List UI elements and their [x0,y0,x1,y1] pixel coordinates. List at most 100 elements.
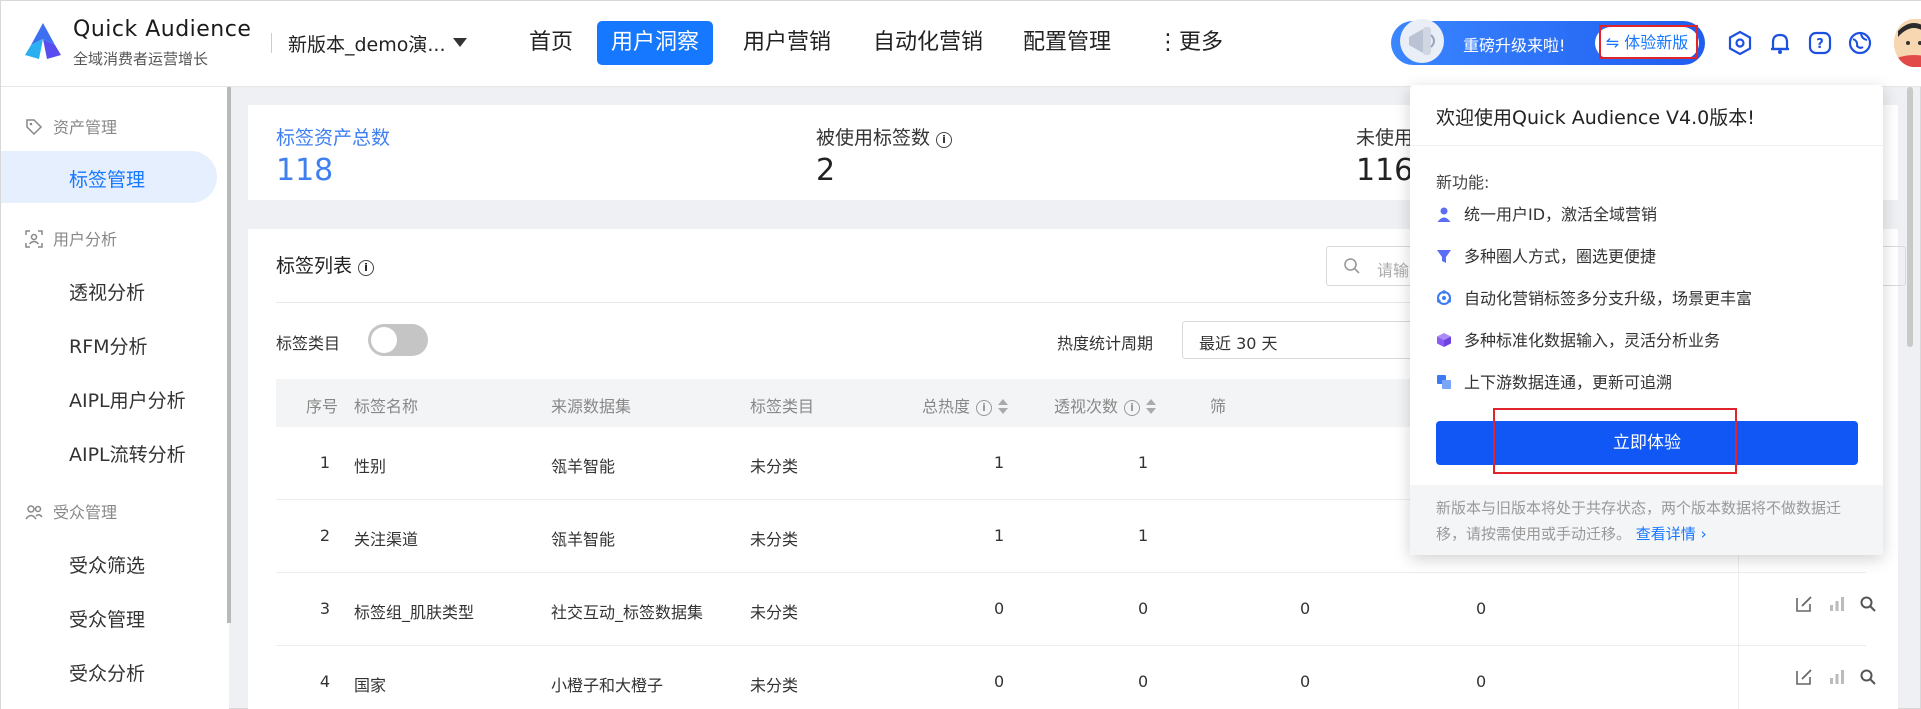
megaphone-icon [1400,19,1444,63]
feature-item: 自动化营销标签多分支升级，场景更丰富 [1436,285,1752,309]
nav-auto-marketing[interactable]: 自动化营销 [859,21,997,65]
cell-views: 1 [1138,453,1149,472]
col-views[interactable]: 透视次数 i [1054,393,1157,417]
cube-icon [1437,333,1451,347]
period-label: 热度统计周期 [1057,334,1154,353]
info-icon[interactable]: i [936,132,953,148]
settings-hex-icon[interactable] [1727,30,1753,56]
cell-no: 3 [319,599,331,618]
stat-used-label: 被使用标签数 i [816,123,953,150]
sidebar-group-label: 资产管理 [53,118,118,137]
feature-item: 多种圈人方式，圈选更便捷 [1436,243,1656,267]
category-filter-label: 标签类目 [276,334,341,353]
info-icon[interactable]: i [1124,400,1141,416]
sidebar-scrollbar[interactable] [227,87,231,623]
sidebar-item-audience-management[interactable]: 受众管理 [69,605,145,632]
bar-chart-icon[interactable] [1828,595,1846,613]
brand-subtitle: 全域消费者运营增长 [73,50,209,68]
cell-category: 未分类 [750,457,799,476]
tag-icon [26,119,43,136]
cell-no: 1 [319,453,331,472]
new-version-popup: 欢迎使用Quick Audience V4.0版本! 新功能: 统一用户ID，激… [1410,85,1883,555]
sidebar-group-audience: 受众管理 [25,499,117,523]
nav-config[interactable]: 配置管理 [1009,21,1125,65]
bell-icon[interactable] [1767,30,1793,56]
cell-views: 0 [1138,599,1149,618]
search-icon[interactable] [1859,668,1877,686]
cell-source: 瓴羊智能 [551,457,616,476]
sidebar-item-aipl-flow-analysis[interactable]: AIPL流转分析 [69,440,186,467]
stat-total-value: 118 [276,153,334,188]
feature-item: 上下游数据连通，更新可追溯 [1436,369,1672,393]
page-scrollbar[interactable] [1907,87,1913,347]
avatar-image [1894,19,1921,67]
period-select[interactable]: 最近 30 天 [1182,321,1442,359]
highlight-box [1493,408,1737,474]
svg-text:?: ? [1816,37,1824,52]
chevron-down-icon[interactable] [453,38,467,47]
panel-title-text: 标签列表 [276,255,353,277]
new-features-label: 新功能: [1436,173,1490,192]
panel-title: 标签列表 i [276,251,375,278]
info-icon[interactable]: i [358,260,375,276]
sidebar: 资产管理 标签管理 用户分析 透视分析 RFM分析 AIPL用户分析 AIPL流… [1,87,229,709]
nav-more[interactable]: ⋮更多 [1143,21,1237,65]
view-details-link[interactable]: 查看详情 › [1636,525,1707,543]
sidebar-item-tag-management[interactable]: 标签管理 [1,151,217,203]
feature-item: 多种标准化数据输入，灵活分析业务 [1436,327,1720,351]
feature-text: 自动化营销标签多分支升级，场景更丰富 [1464,289,1753,308]
avatar[interactable] [1894,19,1921,67]
cell-source: 瓴羊智能 [551,530,616,549]
cell-name[interactable]: 国家 [354,672,386,696]
sidebar-item-rfm-analysis[interactable]: RFM分析 [69,332,148,359]
sidebar-item-audience-analysis[interactable]: 受众分析 [69,659,145,686]
stat-unused-value: 116 [1356,153,1414,188]
feature-text: 多种圈人方式，圈选更便捷 [1464,247,1657,266]
sidebar-item-aipl-user-analysis[interactable]: AIPL用户分析 [69,386,186,413]
brand-name: Quick Audience [73,17,252,42]
nav-user-marketing[interactable]: 用户营销 [729,21,845,65]
info-icon[interactable]: i [976,400,993,416]
col-heat[interactable]: 总热度 i [922,393,1009,417]
search-icon[interactable] [1859,595,1877,613]
divider [1410,145,1883,146]
cell-name[interactable]: 关注渠道 [354,526,418,550]
cell-name[interactable]: 性别 [354,453,386,477]
nav-user-insight[interactable]: 用户洞察 [597,21,714,65]
cell-views: 1 [1138,526,1149,545]
cell-heat: 1 [994,526,1005,545]
feature-text: 多种标准化数据输入，灵活分析业务 [1464,331,1721,350]
category-toggle[interactable] [368,324,428,356]
edit-icon[interactable] [1795,668,1813,686]
period-select-value: 最近 30 天 [1199,334,1278,353]
funnel-icon [1437,250,1451,263]
edit-icon[interactable] [1795,595,1813,613]
tenant-selector[interactable]: 新版本_demo演... [288,30,446,57]
sidebar-item-pivot-analysis[interactable]: 透视分析 [69,278,145,305]
cell-category: 未分类 [750,603,799,622]
col-source: 来源数据集 [551,397,632,416]
col-no: 序号 [306,397,339,416]
cell-filter: 0 [1300,599,1311,618]
upgrade-text: 重磅升级来啦! [1463,36,1566,55]
globe-icon[interactable] [1847,30,1873,56]
feature-text: 上下游数据连通，更新可追溯 [1464,373,1673,392]
sort-icon[interactable] [998,399,1009,415]
stat-unused-label: 未使用 [1356,127,1414,149]
cell-category: 未分类 [750,530,799,549]
search-placeholder: 请输 [1377,261,1410,280]
stat-total-label: 标签资产总数 [276,127,391,149]
bar-chart-icon[interactable] [1828,668,1846,686]
help-icon[interactable]: ? [1807,30,1833,56]
cell-name[interactable]: 标签组_肌肤类型 [354,599,474,623]
feature-text: 统一用户ID，激活全域营销 [1464,205,1658,224]
flow-icon [1437,375,1451,389]
quick-audience-logo [25,23,61,59]
feature-item: 统一用户ID，激活全域营销 [1436,201,1657,225]
cell-source: 社交互动_标签数据集 [551,603,704,622]
sort-icon[interactable] [1146,399,1157,415]
sidebar-item-audience-filter[interactable]: 受众筛选 [69,551,145,578]
nav-home[interactable]: 首页 [515,21,587,65]
col-views-label: 透视次数 [1054,397,1119,416]
col-category: 标签类目 [750,397,815,416]
